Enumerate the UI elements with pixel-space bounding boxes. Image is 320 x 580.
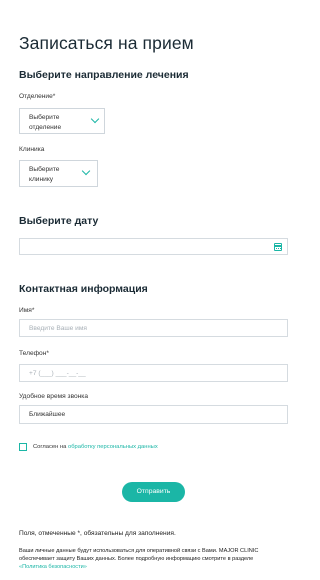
required-fields-note: Поля, отмеченные *, обязательны для запо… — [19, 530, 176, 537]
phone-label: Телефон* — [19, 350, 49, 357]
privacy-text: Ваши личные данные будут использоваться … — [19, 548, 259, 563]
phone-input[interactable]: +7 (___) ___-__-__ — [19, 364, 288, 382]
personal-data-link[interactable]: обработку персональных данных — [68, 444, 158, 450]
clinic-select[interactable]: Выберите клинику — [19, 160, 98, 187]
clinic-select-value: Выберите клинику — [29, 166, 60, 183]
consent-checkbox[interactable] — [19, 443, 27, 451]
security-policy-link[interactable]: «Политика безопасности» — [19, 564, 87, 570]
consent-label: Согласен на — [33, 444, 68, 450]
department-select-value: Выберите отделение — [29, 114, 62, 131]
name-input[interactable]: Введите Ваше имя — [19, 319, 288, 337]
appointment-form-page: Записаться на прием Выберите направление… — [0, 0, 290, 580]
department-label: Отделение* — [19, 93, 56, 100]
contact-section-title: Контактная информация — [19, 283, 148, 295]
name-input-placeholder: Введите Ваше имя — [29, 325, 87, 332]
call-time-select[interactable]: Ближайшее — [19, 405, 288, 424]
date-input[interactable] — [19, 238, 288, 255]
call-time-value: Ближайшее — [29, 411, 66, 418]
calendar-icon[interactable] — [274, 243, 282, 251]
chevron-down-icon — [90, 114, 100, 124]
privacy-notice: Ваши личные данные будут использоваться … — [19, 547, 281, 572]
clinic-label: Клиника — [19, 146, 45, 153]
page-title: Записаться на прием — [19, 33, 194, 53]
phone-input-placeholder: +7 (___) ___-__-__ — [29, 370, 86, 377]
department-select[interactable]: Выберите отделение — [19, 108, 105, 134]
call-time-label: Удобное время звонка — [19, 393, 89, 400]
chevron-down-icon — [81, 166, 91, 176]
direction-section-title: Выберите направление лечения — [19, 69, 189, 81]
name-label: Имя* — [19, 307, 35, 314]
date-section-title: Выберите дату — [19, 215, 99, 227]
consent-text: Согласен на обработку персональных данны… — [33, 444, 158, 450]
submit-button[interactable]: Отправить — [122, 482, 185, 502]
